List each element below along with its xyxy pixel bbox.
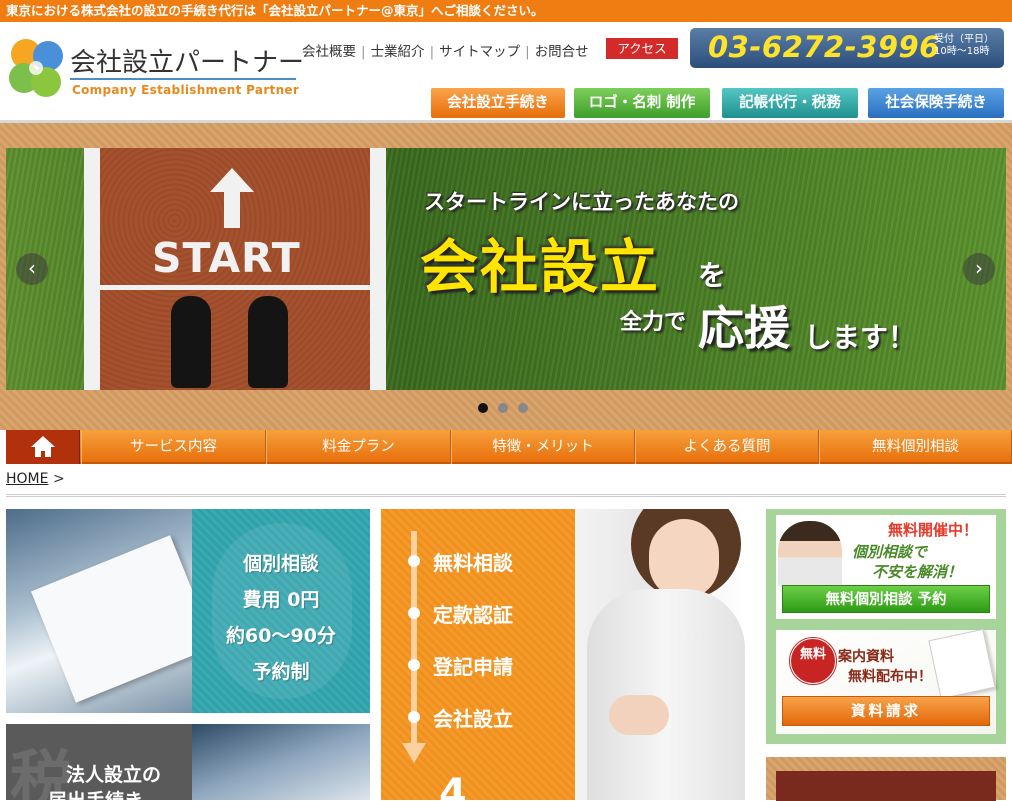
- tax-filing-card[interactable]: 税 法人設立の 届出手続き: [6, 724, 370, 800]
- nav-item-consultation[interactable]: 無料個別相談: [819, 430, 1012, 464]
- lane-line-right: [370, 148, 386, 390]
- util-link-company[interactable]: 会社概要: [302, 44, 356, 60]
- consult-line-1: 個別相談: [242, 553, 319, 575]
- free-stamp-icon: 無料: [788, 636, 838, 686]
- consult-line-3: 約60～90分: [226, 625, 336, 647]
- shoe-right: [248, 296, 288, 388]
- logo-subtitle: Company Establishment Partner: [72, 83, 300, 97]
- step-4: 会社設立: [433, 707, 513, 731]
- tax-card-line-1: 法人設立の: [66, 764, 162, 786]
- start-marking: START: [152, 234, 301, 282]
- carousel-dots: [478, 403, 538, 415]
- site-logo[interactable]: 会社設立パートナー Company Establishment Partner: [6, 34, 304, 106]
- step-1: 無料相談: [433, 551, 513, 575]
- util-separator: |: [361, 44, 366, 60]
- nav-item-features[interactable]: 特徴・メリット: [451, 430, 635, 464]
- up-arrow-icon: [210, 168, 254, 228]
- hero-carousel: START スタートラインに立ったあなたの 会社設立 を 全力で 応援 します！…: [0, 123, 1012, 430]
- step-bullet: [408, 607, 420, 619]
- hero-line-1: スタートラインに立ったあなたの: [424, 190, 739, 214]
- side-docs-line-2: 無料配布中！: [848, 669, 932, 685]
- brochure-icon: [928, 628, 996, 700]
- util-separator: |: [525, 44, 530, 60]
- util-link-professionals[interactable]: 士業紹介: [371, 44, 425, 60]
- top-announcement: 東京における株式会社の設立の手続き代行は「会社設立パートナー@東京」へご相談くだ…: [0, 0, 1012, 22]
- carousel-dot-1[interactable]: [478, 403, 488, 413]
- start-line: [100, 285, 370, 290]
- side-consult-msg-1: 個別相談で: [852, 543, 928, 561]
- carousel-next-button[interactable]: ›: [963, 253, 995, 285]
- hero-headline: 会社設立: [420, 233, 661, 301]
- hero-slide[interactable]: START スタートラインに立ったあなたの 会社設立 を 全力で 応援 します！: [6, 148, 1006, 390]
- consult-line-4: 予約制: [252, 661, 310, 683]
- util-link-sitemap[interactable]: サイトマップ: [439, 44, 520, 60]
- hero-line-6: します！: [804, 321, 917, 354]
- service-button-logo-cards[interactable]: ロゴ・名刺 制作: [574, 88, 710, 118]
- service-button-bookkeeping[interactable]: 記帳代行・税務: [722, 88, 858, 118]
- shoe-left: [171, 296, 211, 388]
- utility-nav: 会社概要 | 士業紹介 | サイトマップ | お問合せ: [302, 40, 589, 60]
- phone-number: 03-6272-3996: [708, 30, 940, 64]
- phone-hours: 受付（平日） 10時～18時: [934, 34, 994, 58]
- logo-underline: [70, 78, 296, 80]
- step-bullet: [408, 711, 420, 723]
- nav-item-faq[interactable]: よくある質問: [635, 430, 819, 464]
- home-icon: [31, 436, 55, 457]
- side-banner-consultation[interactable]: 無料開催中！ 個別相談で 不安を解消！ 無料個別相談 予約: [766, 509, 1006, 625]
- global-nav: サービス内容 料金プラン 特徴・メリット よくある質問 無料個別相談: [6, 430, 1012, 464]
- down-arrow-icon: [402, 743, 426, 763]
- access-button[interactable]: アクセス: [606, 38, 678, 59]
- board-illustration: [776, 771, 996, 801]
- tax-card-line-2: 届出手続き: [48, 786, 143, 800]
- consultation-card[interactable]: 個別相談 費用 0円 約60～90分 予約制: [6, 509, 370, 713]
- clover-logo-icon: [9, 39, 63, 97]
- step-3: 登記申請: [433, 655, 513, 679]
- carousel-dot-2[interactable]: [498, 403, 508, 413]
- photo-jacket: [587, 589, 745, 800]
- hero-line-4: 全力で: [620, 310, 687, 335]
- carousel-prev-button[interactable]: ‹: [16, 253, 48, 285]
- side-consult-badge: 無料開催中！: [888, 521, 979, 539]
- carousel-dot-3[interactable]: [518, 403, 528, 413]
- lane-line-left: [84, 148, 100, 390]
- tax-card-photo: [192, 724, 370, 800]
- steps-big-number: 4: [439, 771, 467, 800]
- step-2: 定款認証: [433, 603, 513, 627]
- side-banner-board[interactable]: [766, 757, 1006, 801]
- phone-hours-line2: 10時～18時: [934, 46, 990, 57]
- hero-particle: を: [698, 259, 727, 292]
- nav-home-button[interactable]: [6, 430, 80, 464]
- hero-support-word: 応援: [698, 301, 790, 355]
- incorporation-steps-card[interactable]: 無料相談 定款認証 登記申請 会社設立 4: [381, 509, 745, 800]
- step-bullet: [408, 659, 420, 671]
- side-banner-documents[interactable]: 無料 案内資料 無料配布中！ 資料請求: [766, 622, 1006, 744]
- service-button-social-insurance[interactable]: 社会保険手続き: [868, 88, 1004, 118]
- breadcrumb-divider: [6, 494, 1006, 497]
- logo-title: 会社設立パートナー: [70, 48, 305, 78]
- nav-item-services[interactable]: サービス内容: [81, 430, 266, 464]
- nav-item-pricing[interactable]: 料金プラン: [266, 430, 451, 464]
- request-documents-button[interactable]: 資料請求: [782, 696, 990, 726]
- phone-hours-line1: 受付（平日）: [934, 34, 994, 45]
- photo-hand: [609, 695, 669, 735]
- consultation-reserve-button[interactable]: 無料個別相談 予約: [782, 585, 990, 613]
- breadcrumb-home-link[interactable]: HOME: [6, 471, 48, 487]
- step-bullet: [408, 555, 420, 567]
- service-button-incorporation[interactable]: 会社設立手続き: [431, 88, 565, 118]
- util-separator: |: [429, 44, 435, 60]
- site-header: 会社設立パートナー Company Establishment Partner …: [0, 22, 1012, 120]
- side-banner-documents-inner: 無料 案内資料 無料配布中！ 資料請求: [776, 628, 996, 734]
- util-link-contact[interactable]: お問合せ: [535, 44, 589, 60]
- side-docs-line-1: 案内資料: [838, 649, 894, 665]
- breadcrumb: HOME >: [6, 471, 65, 487]
- operator-woman-illustration: [778, 521, 842, 587]
- photo-face: [649, 519, 719, 599]
- phone-banner[interactable]: 03-6272-3996 受付（平日） 10時～18時: [690, 28, 1004, 68]
- breadcrumb-separator: >: [52, 471, 65, 487]
- side-consult-msg-2: 不安を解消！: [872, 563, 963, 581]
- consult-line-2: 費用 0円: [242, 589, 320, 611]
- side-banner-consultation-inner: 無料開催中！ 個別相談で 不安を解消！ 無料個別相談 予約: [776, 515, 996, 619]
